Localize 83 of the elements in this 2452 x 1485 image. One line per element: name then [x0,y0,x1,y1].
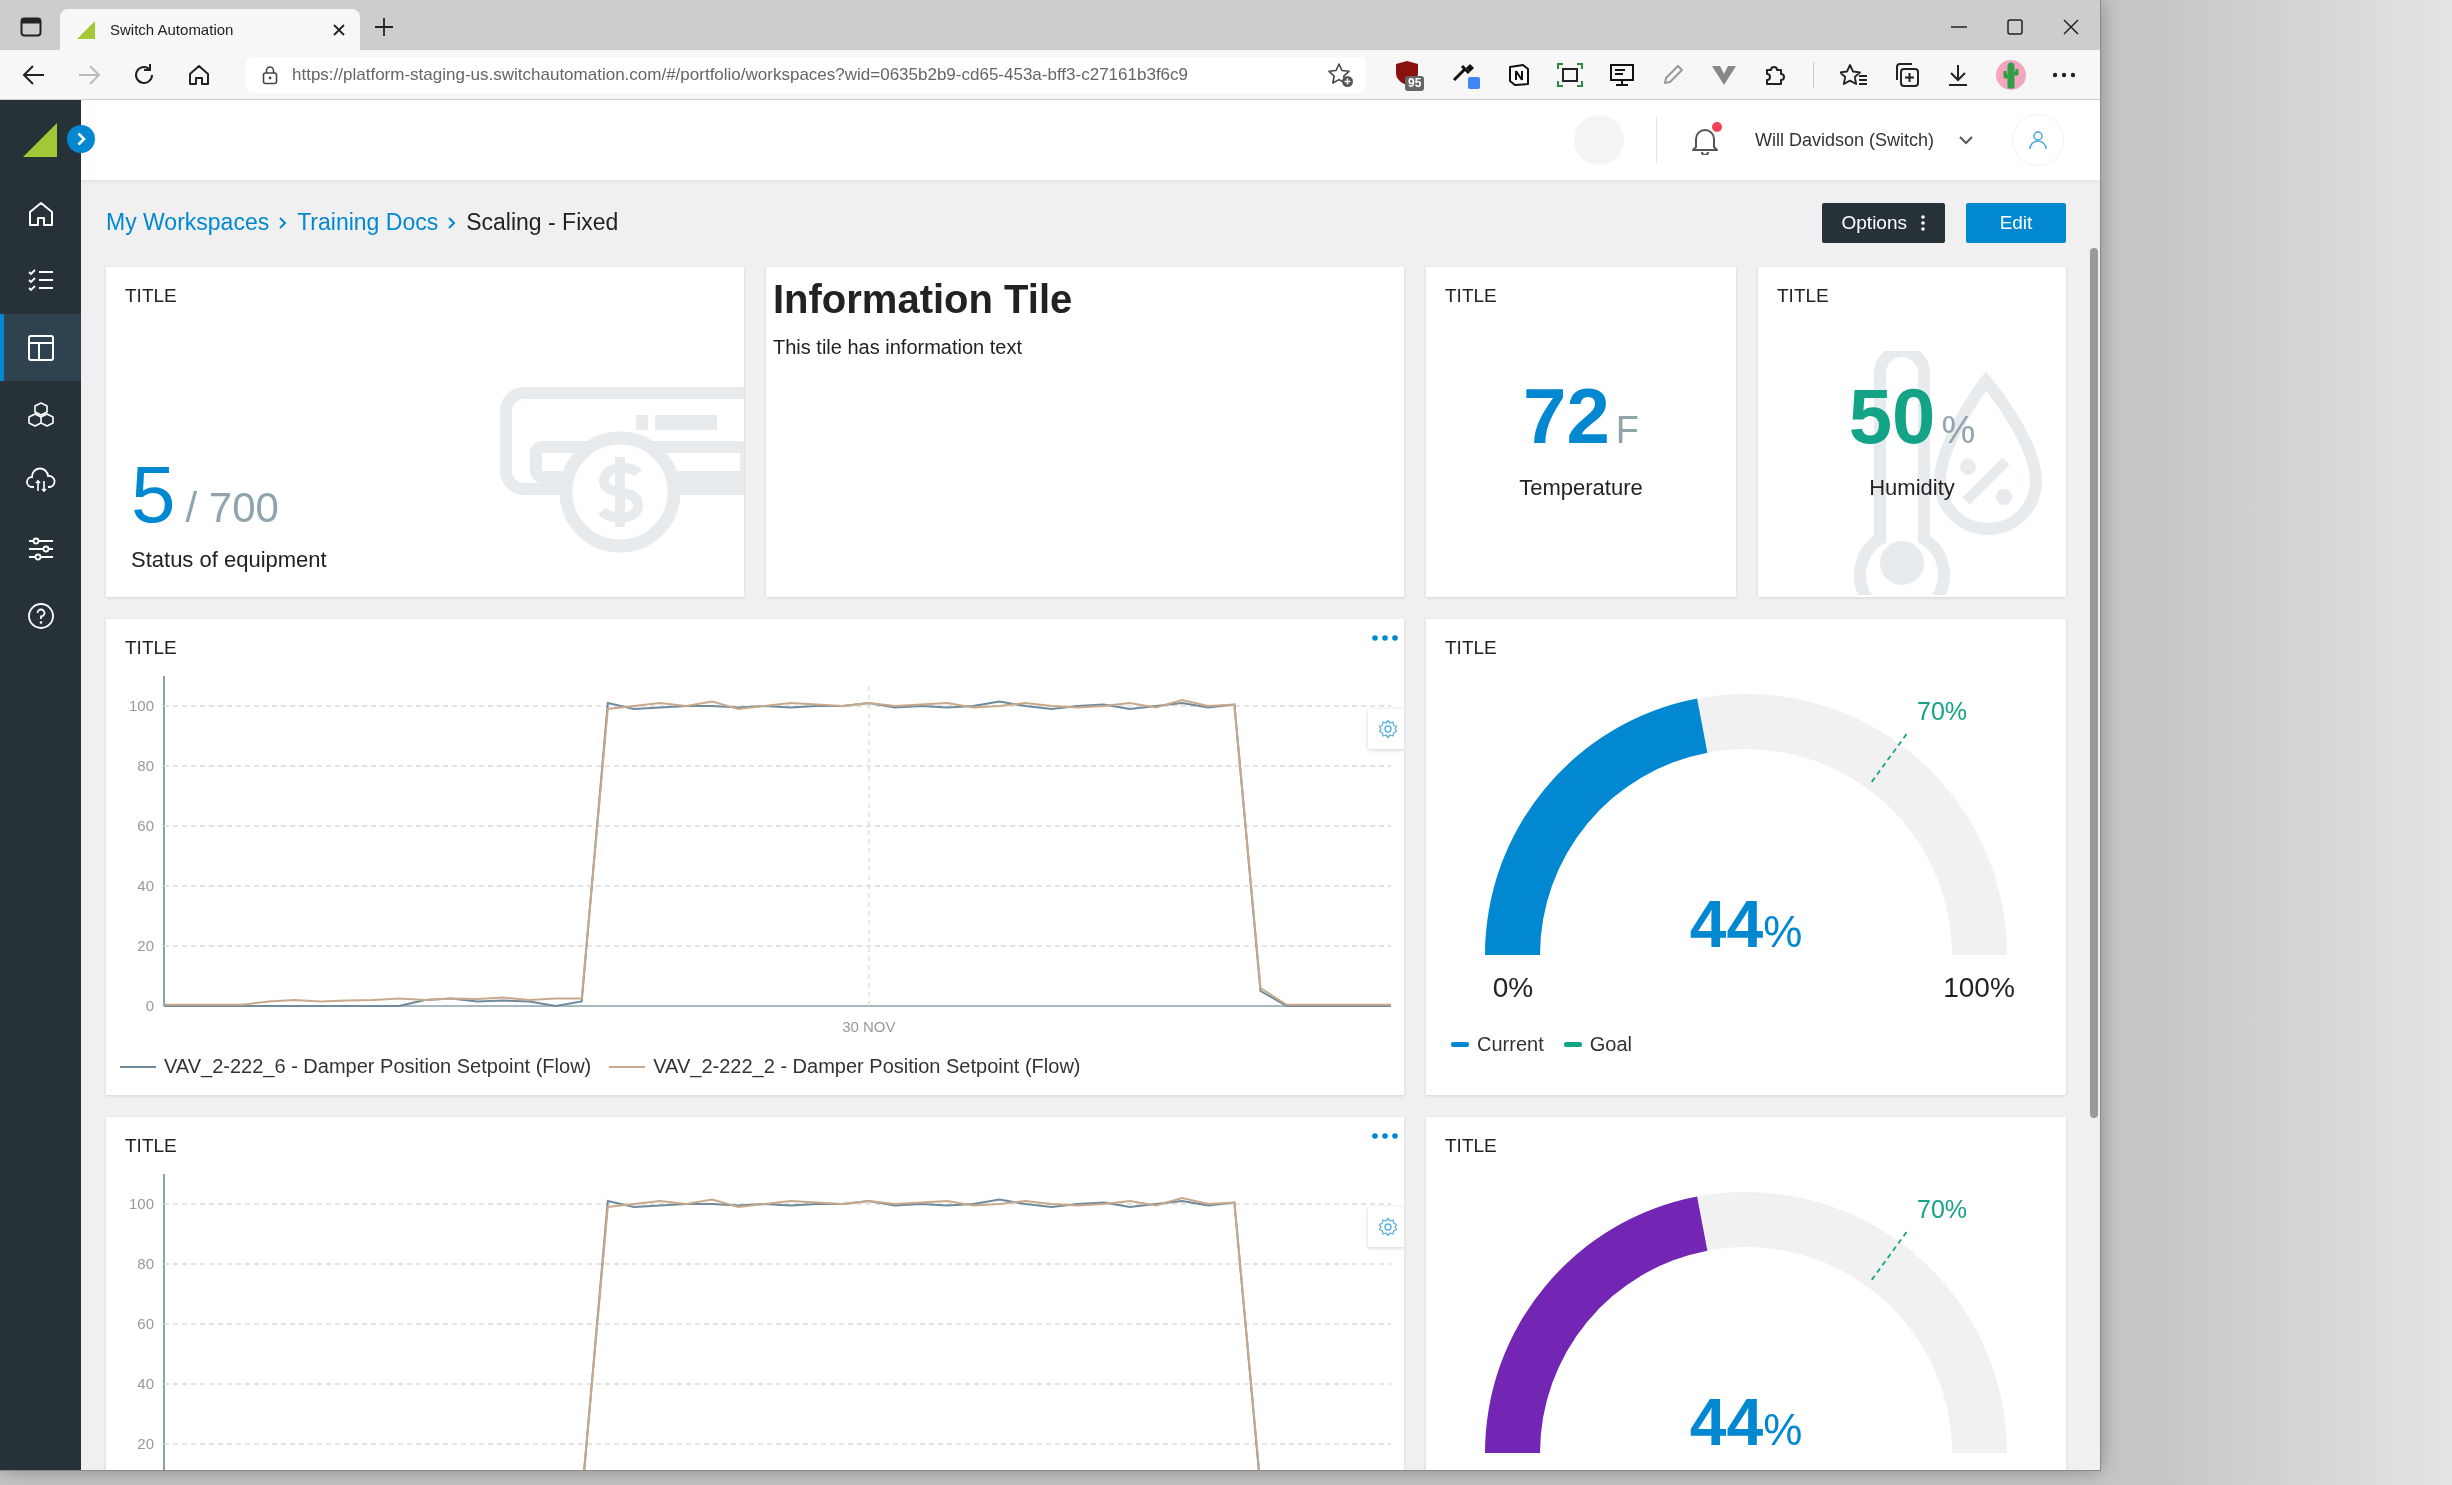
chevron-down-icon[interactable] [1958,135,1974,145]
info-text: This tile has information text [773,336,1023,359]
gauge-min-label: 0% [1492,972,1534,1003]
y-tick-label: 20 [137,1435,154,1452]
user-name[interactable]: Will Davidson (Switch) [1754,129,1934,151]
y-tick-label: 80 [137,1255,154,1272]
reading-value: 72 [1523,377,1610,455]
tile-title: TITLE [1445,1135,1497,1157]
legend-label[interactable]: Current [1477,1033,1544,1056]
tile-title: TITLE [124,1135,177,1157]
count-value: 5 [131,455,176,535]
tile-title: TITLE [1445,637,1497,659]
home-icon[interactable] [187,62,211,87]
options-button[interactable]: Options [1821,202,1945,243]
tile-caption: Temperature [1519,475,1643,501]
browser-tab[interactable]: Switch Automation [60,9,360,50]
kebab-icon [1921,214,1925,231]
sidebar-toggle-icon[interactable] [20,17,42,37]
monitor-icon[interactable] [1609,61,1635,88]
gauge-max-label: 100% [1943,972,2015,1003]
more-icon[interactable] [2052,70,2076,79]
y-tick-label: 60 [137,1315,154,1332]
legend-label[interactable]: VAV_2-222_6 - Damper Position Setpoint (Flow) [164,1055,592,1078]
add-favorite-icon[interactable] [1328,61,1354,88]
expand-icon[interactable] [67,125,95,153]
lock-icon [262,64,278,85]
refresh-icon[interactable] [132,62,156,87]
collections-icon[interactable] [1894,61,1920,88]
chevron-logo-icon[interactable] [1711,63,1737,86]
settings-icon [1378,1217,1398,1237]
settings-icon [1378,719,1398,739]
goal-label: 70% [1917,1194,1968,1223]
logo-icon[interactable] [22,122,58,158]
sidebar-item[interactable] [0,314,81,381]
chevron-right-icon [278,215,289,230]
y-tick-label: 40 [137,877,154,894]
tile-title: TITLE [1777,285,1829,307]
info-heading: Information Tile [773,277,1074,322]
y-tick-label: 20 [137,937,154,954]
download-icon[interactable] [1946,62,1970,87]
y-tick-label: 40 [137,1375,154,1392]
tile-caption: Humidity [1869,475,1955,501]
new-tab-icon[interactable] [374,17,394,37]
breadcrumb-current: Scaling - Fixed [466,209,619,236]
close-icon[interactable] [2062,18,2080,36]
profile-avatar-icon[interactable] [1996,59,2026,90]
back-icon[interactable] [22,63,46,86]
legend-label[interactable]: VAV_2-222_2 - Damper Position Setpoint (Flow) [653,1055,1081,1078]
chevron-right-icon [447,215,458,230]
tile-title: TITLE [1445,285,1497,307]
url-text: https://platform-staging-us.switchautomation.com/#/portfolio/workspaces?wid=0635b2b9-cd65-453a-bff3-c27161b3f6c9 [292,64,1189,85]
extension-badge: 95 [1405,75,1425,91]
notebook-icon[interactable] [1507,62,1531,87]
dashboard-icon [25,332,56,363]
scrollbar-thumb[interactable] [2090,248,2098,1118]
help-icon [25,600,56,631]
address-field[interactable]: https://platform-staging-us.switchautomation.com/#/portfolio/workspaces?wid=0635b2b9-cd65-453a-bff3-c27161b3f6c9 [246,56,1366,93]
favorites-icon[interactable] [1840,62,1868,87]
y-tick-label: 100 [128,1195,154,1212]
user-icon [2028,130,2048,150]
favicon-icon [76,19,96,40]
y-tick-label: 100 [128,697,154,714]
legend-label[interactable]: Goal [1589,1033,1632,1056]
reading-unit: F [1615,409,1639,452]
tile-title: TITLE [125,285,177,307]
edit-button[interactable]: Edit [1966,202,2066,243]
x-tick-label: 30 NOV [842,1018,896,1035]
tile-caption: Status of equipment [130,547,328,573]
maximize-icon[interactable] [2006,18,2024,36]
tile-title: TITLE [124,637,177,659]
screen-capture-icon[interactable] [1557,62,1583,87]
close-icon[interactable] [332,22,346,37]
y-tick-label: 60 [137,817,154,834]
cubes-icon [25,399,56,430]
y-tick-label: 0 [145,997,154,1014]
reading-value: 50 [1848,377,1936,455]
gauge-value: 44% [1689,1385,1803,1459]
goal-label: 70% [1917,696,1968,725]
gauge-value: 44% [1689,887,1803,961]
reading-unit: % [1941,409,1976,452]
y-tick-label: 80 [137,757,154,774]
count-total: / 700 [185,484,279,532]
pencil-icon[interactable] [1661,62,1685,87]
